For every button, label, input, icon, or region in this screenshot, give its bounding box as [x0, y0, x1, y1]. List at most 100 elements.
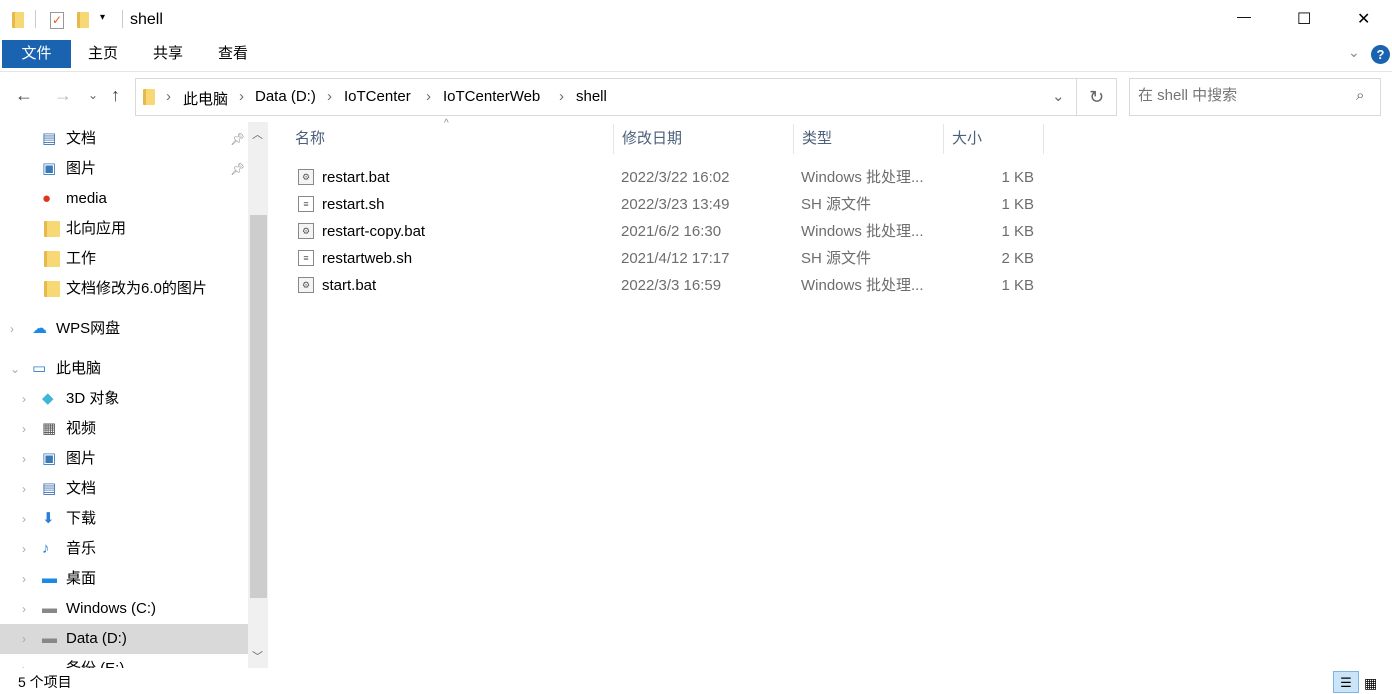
chevron-right-icon[interactable]: › [22, 474, 26, 504]
nav-item-label: 文档修改为6.0的图片 [66, 280, 207, 297]
breadcrumb-this-pc[interactable]: 此电脑 [183, 88, 228, 109]
divider [122, 10, 123, 28]
scroll-down-icon[interactable]: ﹀ [252, 648, 263, 664]
tab-file[interactable]: 文件 [2, 40, 71, 68]
nav-item-label: 下载 [66, 510, 97, 527]
forward-button[interactable]: → [54, 85, 72, 106]
breadcrumb-iotcenter[interactable]: IoTCenter [344, 88, 411, 105]
nav-item-label: 图片 [66, 160, 97, 177]
nav-item[interactable]: › ▬ Data (D:) [0, 624, 248, 654]
search-input[interactable] [1138, 87, 1348, 104]
nav-item[interactable]: ▤ 文档 📌︎ [0, 124, 248, 154]
chevron-right-icon[interactable]: › [22, 654, 26, 668]
maximize-button[interactable]: ☐ [1297, 9, 1311, 29]
music-icon: ♪ [42, 540, 50, 557]
batch-file-icon: ⚙ [298, 223, 314, 239]
chevron-right-icon[interactable]: › [22, 414, 26, 444]
window-title: shell [130, 11, 163, 28]
recent-locations-icon[interactable]: ⌄ [88, 88, 98, 102]
properties-icon[interactable]: ✓ [50, 12, 64, 29]
chevron-icon[interactable]: ⌄ [10, 354, 20, 384]
refresh-button[interactable]: ↻ [1077, 78, 1117, 116]
nav-item[interactable]: › ⬇ 下载 [0, 504, 248, 534]
nav-item[interactable]: 工作 [0, 244, 248, 274]
file-size: 1 KB [1001, 277, 1034, 294]
nav-item[interactable]: › ▣ 图片 [0, 444, 248, 474]
breadcrumb-iotcenterweb[interactable]: IoTCenterWeb [443, 88, 540, 105]
chevron-right-icon[interactable]: › [22, 564, 26, 594]
new-folder-icon[interactable] [77, 12, 89, 28]
nav-item[interactable]: › ◆ 3D 对象 [0, 384, 248, 414]
breadcrumb-data-d[interactable]: Data (D:) [255, 88, 316, 105]
nav-item-label: Data (D:) [66, 630, 127, 647]
chevron-right-icon: › [559, 88, 564, 105]
chevron-icon[interactable]: › [10, 314, 14, 344]
column-header-size[interactable]: 大小 [944, 124, 1044, 154]
nav-item[interactable]: ⌄ ▭ 此电脑 [0, 354, 248, 384]
search-box[interactable]: ⌕ [1129, 78, 1381, 116]
nav-item[interactable]: › ☁ WPS网盘 [0, 314, 248, 344]
scroll-up-icon[interactable]: ︿ [252, 126, 263, 142]
chevron-right-icon[interactable]: › [22, 624, 26, 654]
nav-item-label: 音乐 [66, 540, 97, 557]
nav-item[interactable]: › ▬ 桌面 [0, 564, 248, 594]
breadcrumb-shell[interactable]: shell [576, 88, 607, 105]
nav-scrollbar-thumb[interactable] [250, 215, 267, 598]
large-icons-view-button[interactable]: ▦ [1364, 673, 1377, 694]
nav-item-label: 工作 [66, 250, 97, 267]
nav-item-label: WPS网盘 [56, 320, 121, 337]
file-name: restart-copy.bat [322, 223, 426, 240]
address-dropdown-icon[interactable]: ⌄ [1052, 87, 1065, 105]
search-icon[interactable]: ⌕ [1356, 87, 1364, 104]
nav-item-label: 北向应用 [66, 220, 127, 237]
close-button[interactable]: ✕ [1357, 9, 1370, 29]
chevron-right-icon[interactable]: › [22, 534, 26, 564]
address-bar[interactable]: › 此电脑 › Data (D:) › IoTCenter › IoTCente… [135, 78, 1077, 116]
expand-ribbon-icon[interactable]: ⌄ [1348, 44, 1360, 61]
chevron-right-icon: › [426, 88, 431, 105]
nav-item[interactable]: ▣ 图片 📌︎ [0, 154, 248, 184]
column-header-type[interactable]: 类型 [794, 124, 944, 154]
minimize-button[interactable]: — [1237, 8, 1251, 24]
folder-icon [44, 281, 60, 297]
nav-item[interactable]: ● media [0, 184, 248, 214]
file-row[interactable]: ⚙ restart.bat 2022/3/22 16:02 Windows 批处… [290, 164, 1050, 191]
chevron-right-icon[interactable]: › [22, 594, 26, 624]
nav-item[interactable]: 文档修改为6.0的图片 [0, 274, 248, 304]
column-header-date[interactable]: 修改日期 [614, 124, 794, 154]
nav-item[interactable]: › ▬ Windows (C:) [0, 594, 248, 624]
nav-item-label: 图片 [66, 450, 97, 467]
tab-view[interactable]: 查看 [208, 40, 258, 68]
nav-item-label: 文档 [66, 130, 97, 147]
customize-toolbar-icon[interactable]: ▾ [100, 12, 105, 23]
nav-item[interactable]: › ▦ 视频 [0, 414, 248, 444]
nav-item[interactable]: › ♪ 音乐 [0, 534, 248, 564]
folder-icon [44, 221, 60, 237]
nav-item[interactable]: › ▤ 文档 [0, 474, 248, 504]
chevron-right-icon: › [327, 88, 332, 105]
file-row[interactable]: ⚙ restart-copy.bat 2021/6/2 16:30 Window… [290, 218, 1050, 245]
file-size: 2 KB [1001, 250, 1034, 267]
up-button[interactable]: ↑ [111, 85, 120, 106]
sh-file-icon: ≡ [298, 196, 314, 212]
nav-item[interactable]: › ▬ 备份 (E:) [0, 654, 248, 668]
tab-share[interactable]: 共享 [143, 40, 193, 68]
column-header-name[interactable]: 名称 [287, 124, 614, 154]
pin-icon[interactable]: 📌︎ [230, 124, 245, 154]
file-row[interactable]: ⚙ start.bat 2022/3/3 16:59 Windows 批处理..… [290, 272, 1050, 299]
chevron-right-icon[interactable]: › [22, 384, 26, 414]
file-row[interactable]: ≡ restartweb.sh 2021/4/12 17:17 SH 源文件 2… [290, 245, 1050, 272]
drive-icon: ▬ [42, 630, 57, 647]
file-name: restart.sh [322, 196, 385, 213]
nav-item[interactable]: 北向应用 [0, 214, 248, 244]
details-view-button[interactable]: ☰ [1333, 671, 1359, 693]
back-button[interactable]: ← [15, 85, 33, 106]
folder-icon [143, 89, 155, 105]
chevron-right-icon[interactable]: › [22, 444, 26, 474]
pin-icon[interactable]: 📌︎ [230, 154, 245, 184]
help-icon[interactable]: ? [1371, 45, 1390, 64]
tab-home[interactable]: 主页 [78, 40, 128, 68]
file-date: 2021/6/2 16:30 [621, 223, 722, 240]
chevron-right-icon[interactable]: › [22, 504, 26, 534]
file-row[interactable]: ≡ restart.sh 2022/3/23 13:49 SH 源文件 1 KB [290, 191, 1050, 218]
